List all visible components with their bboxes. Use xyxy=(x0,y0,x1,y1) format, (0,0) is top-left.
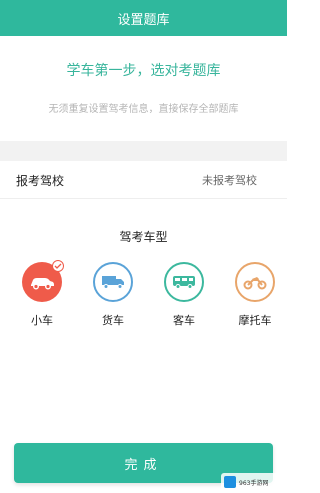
driving-school-row[interactable]: 报考驾校 未报考驾校 xyxy=(0,161,287,199)
motorcycle-icon xyxy=(235,262,275,302)
watermark-logo-icon xyxy=(224,476,236,488)
section-divider xyxy=(0,141,287,161)
vehicle-option-car[interactable]: 小车 xyxy=(17,260,67,328)
top-bar: 设置题库 xyxy=(0,0,287,36)
intro-subtext: 无须重复设置驾考信息，直接保存全部题库 xyxy=(48,104,239,115)
vehicle-label: 小车 xyxy=(31,314,53,327)
page-title: 设置题库 xyxy=(117,12,170,28)
driving-school-label: 报考驾校 xyxy=(16,174,65,188)
car-icon xyxy=(22,260,64,302)
vehicle-option-truck[interactable]: 货车 xyxy=(88,262,138,328)
vehicle-label: 货车 xyxy=(102,314,124,327)
selected-check-icon xyxy=(52,260,64,272)
vehicle-option-bus[interactable]: 客车 xyxy=(159,262,209,328)
vehicle-type-title: 驾考车型 xyxy=(119,230,168,244)
bus-icon xyxy=(164,262,204,302)
vehicle-option-motorcycle[interactable]: 摩托车 xyxy=(230,262,280,328)
intro-section: 学车第一步，选对考题库 无须重复设置驾考信息，直接保存全部题库 xyxy=(0,36,287,141)
vehicle-label: 客车 xyxy=(173,314,195,327)
intro-headline: 学车第一步，选对考题库 xyxy=(66,63,221,79)
driving-school-value: 未报考驾校 xyxy=(202,174,257,187)
watermark-text: 963手游网 xyxy=(239,479,269,487)
watermark: 963手游网 xyxy=(221,473,285,491)
vehicle-label: 摩托车 xyxy=(238,314,272,327)
truck-icon xyxy=(93,262,133,302)
